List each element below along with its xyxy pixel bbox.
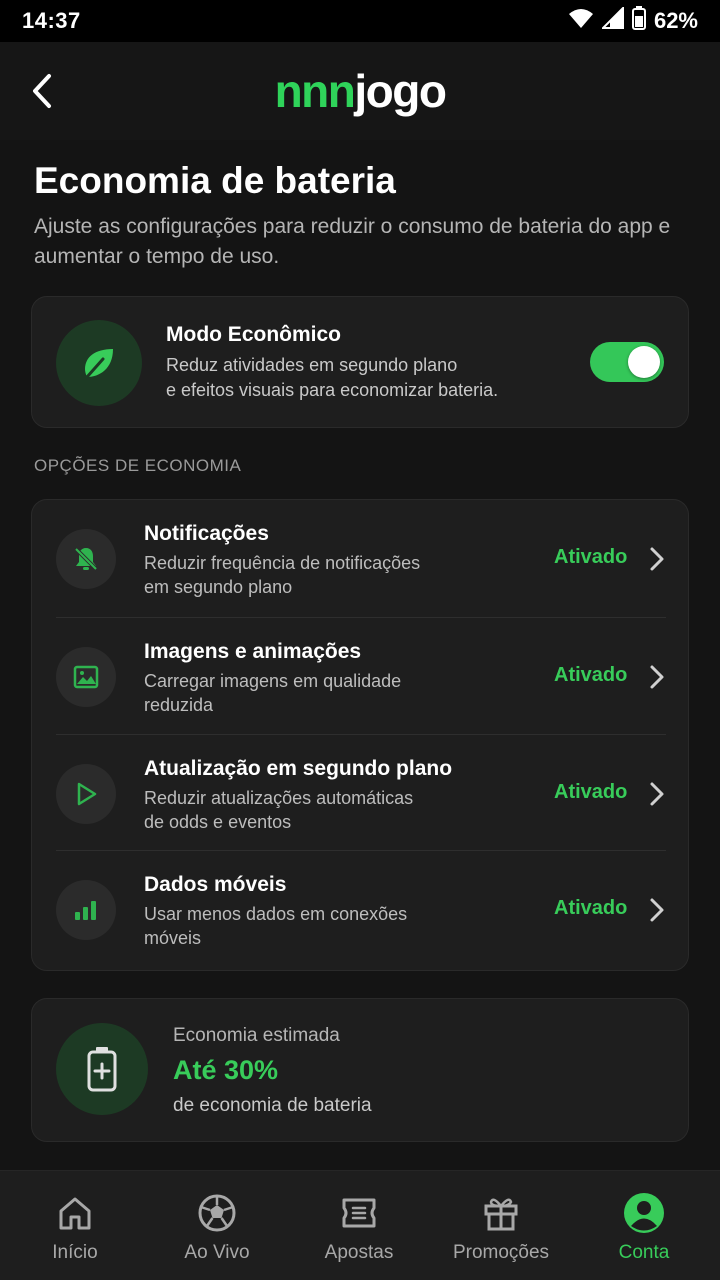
nav-label: Início — [52, 1242, 98, 1263]
option-row-mobile-data[interactable]: Dados móveis Usar menos dados em conexõe… — [32, 851, 690, 967]
wifi-icon — [568, 7, 594, 35]
option-desc-line1: Carregar imagens em qualidade — [144, 671, 402, 691]
option-description: Reduzir atualizações automáticas de odds… — [144, 786, 464, 834]
bell-off-icon — [73, 546, 99, 572]
eco-desc-line2: e efeitos visuais para economizar bateri… — [166, 380, 499, 400]
option-desc-line2: de odds e eventos — [144, 812, 292, 832]
option-desc-line2: móveis — [144, 928, 202, 948]
option-status: Ativado — [554, 664, 628, 686]
option-title: Imagens e animações — [144, 640, 362, 663]
option-icon-circle — [56, 529, 116, 589]
image-icon — [73, 665, 99, 689]
option-status: Ativado — [554, 781, 628, 803]
ticket-icon — [337, 1191, 381, 1235]
option-icon-circle — [56, 764, 116, 824]
signal-bars-icon — [75, 901, 96, 920]
main-content: Economia de bateria Ajuste as configuraç… — [0, 140, 720, 1170]
option-title: Atualização em segundo plano — [144, 757, 453, 780]
nav-item-conta[interactable]: Conta — [574, 1171, 714, 1280]
option-desc-line1: Usar menos dados em conexões — [144, 904, 408, 924]
option-title: Dados móveis — [144, 873, 287, 896]
gift-icon — [479, 1191, 523, 1235]
cell-signal-icon — [600, 5, 624, 35]
bottom-nav: Início Ao Vivo Apostas Promoções Conta — [0, 1170, 720, 1280]
toggle-knob — [628, 346, 660, 378]
status-bar: 14:37 62% — [0, 0, 720, 42]
status-time: 14:37 — [22, 8, 81, 33]
chevron-left-icon — [33, 74, 51, 108]
eco-icon-circle — [56, 320, 142, 406]
option-desc-line1: Reduzir atualizações automáticas — [144, 788, 414, 808]
eco-mode-title: Modo Econômico — [166, 323, 341, 346]
home-icon — [53, 1191, 97, 1235]
play-icon — [77, 782, 97, 806]
estimate-icon-circle — [56, 1023, 148, 1115]
option-title: Notificações — [144, 522, 269, 545]
option-description: Reduzir frequência de notificações em se… — [144, 551, 464, 599]
battery-plus-icon — [87, 1047, 117, 1092]
logo-part-green: nnn — [274, 65, 356, 117]
chevron-right-icon — [646, 544, 668, 574]
nav-item-promocoes[interactable]: Promoções — [431, 1171, 571, 1280]
estimate-subtitle: de economia de bateria — [173, 1095, 372, 1116]
section-label-options: OPÇÕES DE ECONOMIA — [34, 456, 242, 475]
option-description: Usar menos dados em conexões móveis — [144, 902, 464, 950]
option-status: Ativado — [554, 546, 628, 568]
nav-label: Conta — [618, 1242, 670, 1263]
page-subtitle: Ajuste as configurações para reduzir o c… — [34, 215, 671, 268]
eco-mode-description: Reduz atividades em segundo plano e efei… — [166, 353, 566, 403]
chevron-right-icon — [646, 662, 668, 692]
option-row-notifications[interactable]: Notificações Reduzir frequência de notif… — [32, 500, 690, 616]
option-status: Ativado — [554, 897, 628, 919]
option-desc-line2: reduzida — [144, 695, 214, 715]
option-row-background-update[interactable]: Atualização em segundo plano Reduzir atu… — [32, 735, 690, 851]
app-header: nnnjogo — [0, 42, 720, 140]
page-title: Economia de bateria — [34, 160, 396, 201]
nav-item-inicio[interactable]: Início — [5, 1171, 145, 1280]
option-icon-circle — [56, 647, 116, 707]
eco-mode-toggle[interactable] — [590, 342, 664, 382]
back-button[interactable] — [20, 66, 64, 116]
battery-percent: 62% — [653, 8, 698, 33]
logo-part-white: jogo — [354, 65, 447, 117]
option-icon-circle — [56, 880, 116, 940]
estimate-label: Economia estimada — [173, 1025, 340, 1046]
option-row-images[interactable]: Imagens e animações Carregar imagens em … — [32, 618, 690, 734]
nav-item-ao-vivo[interactable]: Ao Vivo — [147, 1171, 287, 1280]
nav-label: Promoções — [452, 1242, 550, 1263]
nav-item-apostas[interactable]: Apostas — [289, 1171, 429, 1280]
nav-label: Apostas — [324, 1242, 394, 1263]
option-desc-line1: Reduzir frequência de notificações — [144, 553, 421, 573]
chevron-right-icon — [646, 779, 668, 809]
app-logo: nnnjogo — [274, 65, 447, 117]
user-icon — [622, 1191, 666, 1235]
option-description: Carregar imagens em qualidade reduzida — [144, 669, 464, 717]
soccer-ball-icon — [195, 1191, 239, 1235]
status-icons: 62% — [568, 5, 698, 36]
estimate-value: Até 30% — [173, 1055, 279, 1085]
chevron-right-icon — [646, 895, 668, 925]
nav-label: Ao Vivo — [184, 1242, 250, 1263]
estimate-card: Economia estimada Até 30% de economia de… — [31, 998, 689, 1142]
battery-icon — [631, 6, 646, 36]
eco-desc-line1: Reduz atividades em segundo plano — [166, 355, 458, 375]
eco-mode-card: Modo Econômico Reduz atividades em segun… — [31, 296, 689, 428]
option-desc-line2: em segundo plano — [144, 577, 293, 597]
options-card: Notificações Reduzir frequência de notif… — [31, 499, 689, 971]
leaf-icon — [85, 349, 113, 379]
